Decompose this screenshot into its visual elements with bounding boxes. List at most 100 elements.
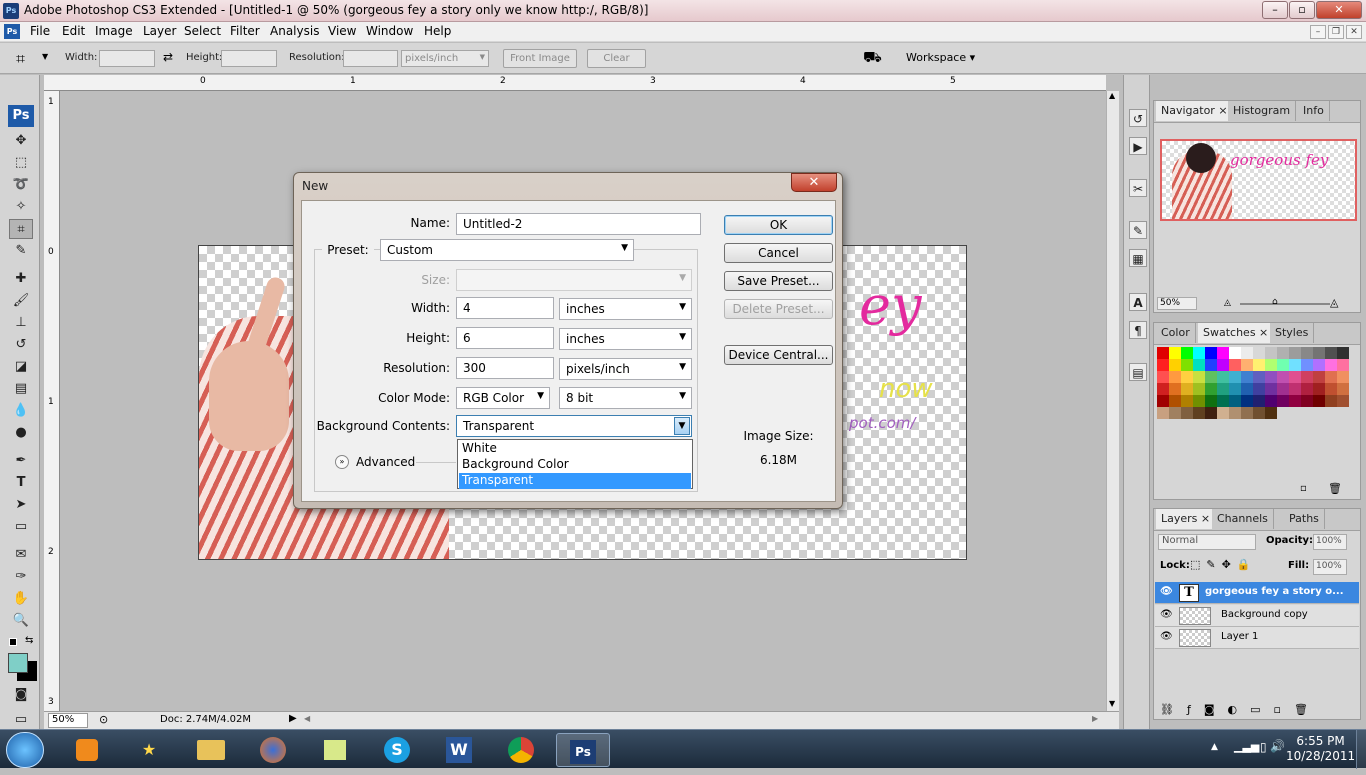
color-swatch[interactable] [1229,395,1241,407]
tab-channels[interactable]: Channels [1212,509,1274,529]
color-swatch[interactable] [1289,347,1301,359]
height-input[interactable]: 6 [456,327,554,349]
lasso-tool-icon[interactable]: ➰ [9,175,33,195]
dodge-tool-icon[interactable]: ● [9,423,33,443]
color-swatch[interactable] [1301,395,1313,407]
color-swatch[interactable] [1217,395,1229,407]
tab-swatches[interactable]: Swatches × [1198,323,1275,343]
color-swatch[interactable] [1241,383,1253,395]
color-swatch[interactable] [1313,395,1325,407]
menu-window[interactable]: Window [363,24,416,38]
brush-tool-icon[interactable]: 🖌 [9,291,33,311]
color-swatch[interactable] [1325,347,1337,359]
color-swatch[interactable] [1313,371,1325,383]
color-swatch[interactable] [1193,371,1205,383]
tab-layers[interactable]: Layers × [1156,509,1217,529]
dropdown-option-white[interactable]: White [459,441,691,457]
front-image-button[interactable]: Front Image [503,49,577,68]
pen-tool-icon[interactable]: ✒ [9,451,33,471]
color-swatch[interactable] [1337,371,1349,383]
eyedropper-tool-icon[interactable]: ✑ [9,567,33,587]
vertical-scrollbar[interactable]: ▲ ▼ [1106,91,1119,711]
menu-edit[interactable]: Edit [59,24,88,38]
swatch-grid[interactable] [1154,345,1360,445]
lock-icons[interactable]: ⬚✎✥🔒 [1190,558,1257,571]
color-swatch[interactable] [1229,383,1241,395]
ok-button[interactable]: OK [724,215,833,235]
paragraph-icon[interactable]: ¶ [1129,321,1147,339]
color-swatch[interactable] [1205,407,1217,419]
color-swatch[interactable] [1337,395,1349,407]
color-swatch[interactable] [1289,371,1301,383]
move-tool-icon[interactable]: ✥ [9,131,33,151]
color-swatch[interactable] [1229,407,1241,419]
menu-file[interactable]: File [27,24,53,38]
maximize-button[interactable]: ▫ [1289,1,1315,19]
color-swatch[interactable] [1169,383,1181,395]
magic-wand-tool-icon[interactable]: ✧ [9,197,33,217]
menu-layer[interactable]: Layer [140,24,179,38]
color-swatch[interactable] [1241,407,1253,419]
tab-histogram[interactable]: Histogram [1228,101,1297,121]
color-swatch[interactable] [1241,359,1253,371]
color-swatch[interactable] [1169,395,1181,407]
chrome-icon[interactable] [494,733,548,767]
navigator-thumbnail[interactable]: gorgeous fey [1160,139,1357,221]
volume-icon[interactable]: 🔊 [1270,739,1285,753]
start-button[interactable] [6,732,44,768]
name-input[interactable]: Untitled-2 [456,213,701,235]
doc-restore-button[interactable]: ❐ [1328,25,1344,39]
actions-icon[interactable]: ▶ [1129,137,1147,155]
height-input[interactable] [221,50,277,67]
color-swatch[interactable] [1265,395,1277,407]
color-swatch[interactable] [1205,359,1217,371]
photoshop-taskbar-button[interactable]: Ps [556,733,610,767]
color-swatch[interactable] [1289,383,1301,395]
clear-button[interactable]: Clear [587,49,646,68]
fill-field[interactable]: 100% [1313,559,1347,575]
color-swatch[interactable] [1241,347,1253,359]
explorer-icon[interactable] [184,733,238,767]
show-desktop-button[interactable] [1356,730,1366,769]
path-selection-tool-icon[interactable]: ➤ [9,495,33,515]
ps-menu-icon[interactable]: Ps [4,24,20,39]
color-swatch[interactable] [1157,347,1169,359]
color-swatch[interactable] [1301,371,1313,383]
eye-icon[interactable]: 👁 [1160,609,1173,621]
color-swatch[interactable] [1229,371,1241,383]
color-swatch[interactable] [1253,395,1265,407]
color-swatch[interactable] [1181,395,1193,407]
color-swatch[interactable] [1337,359,1349,371]
scroll-right-icon[interactable]: ▶ [1092,714,1098,723]
color-swatch[interactable] [1205,383,1217,395]
resolution-input[interactable] [343,50,398,67]
color-swatch[interactable] [1289,395,1301,407]
tool-presets-icon[interactable]: ✂ [1129,179,1147,197]
color-swatch[interactable] [1337,383,1349,395]
color-swatch[interactable] [1313,359,1325,371]
color-swatch[interactable] [1265,383,1277,395]
color-swatch[interactable] [1229,359,1241,371]
color-swatch[interactable] [1289,359,1301,371]
color-swatch[interactable] [1265,371,1277,383]
color-swatch[interactable] [1265,407,1277,419]
scroll-down-icon[interactable]: ▼ [1109,699,1115,708]
default-colors-icon[interactable] [9,638,17,646]
blur-tool-icon[interactable]: 💧 [9,401,33,421]
eye-icon[interactable]: 👁 [1160,586,1173,598]
color-swatch[interactable] [1301,347,1313,359]
layer-row[interactable]: 👁 Layer 1 [1155,627,1359,649]
chevron-down-icon[interactable]: ▼ [674,417,690,435]
color-swatch[interactable] [1277,395,1289,407]
clone-stamp-tool-icon[interactable]: ⊥ [9,313,33,333]
height-unit-select[interactable]: inches ▼ [559,328,692,350]
healing-brush-tool-icon[interactable]: ✚ [9,269,33,289]
cancel-button[interactable]: Cancel [724,243,833,263]
gradient-tool-icon[interactable]: ▤ [9,379,33,399]
color-swatch[interactable] [1217,407,1229,419]
color-swatch[interactable] [1157,407,1169,419]
color-swatch[interactable] [1169,407,1181,419]
color-swatch[interactable] [1217,359,1229,371]
clone-source-icon[interactable]: ▦ [1129,249,1147,267]
bridge-icon[interactable]: ⛟ [863,48,882,68]
